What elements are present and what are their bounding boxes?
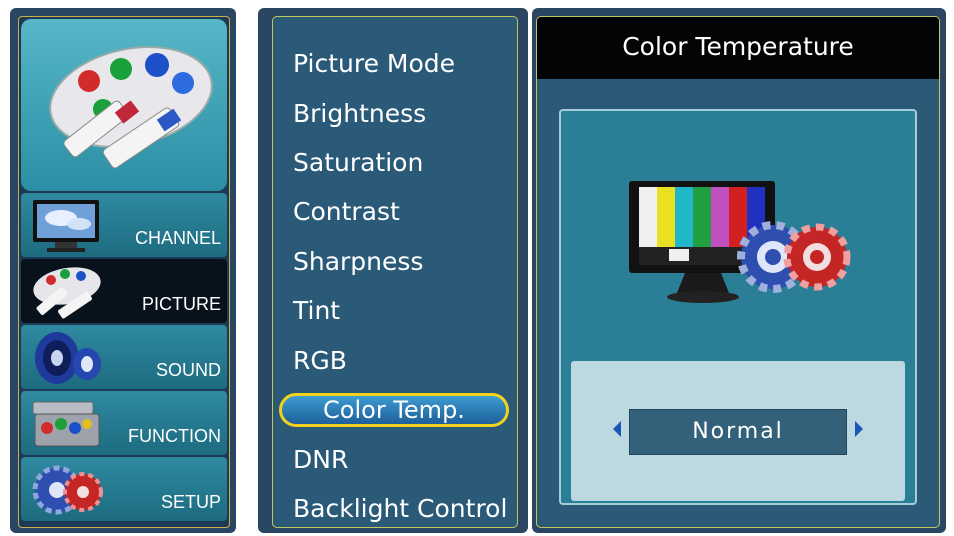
sidebar-item-sound[interactable]: SOUND <box>21 325 227 389</box>
value-selector-box: Normal <box>571 361 905 501</box>
menu-item-tint[interactable]: Tint <box>293 294 340 328</box>
menu-item-color-temp[interactable]: Color Temp. <box>279 393 509 427</box>
menu-item-saturation[interactable]: Saturation <box>293 146 423 180</box>
menu-item-sharpness[interactable]: Sharpness <box>293 245 423 279</box>
setting-title: Color Temperature <box>537 17 939 79</box>
sidebar-item-channel[interactable]: CHANNEL <box>21 193 227 257</box>
menu-item-contrast[interactable]: Contrast <box>293 195 400 229</box>
category-sidebar: CHANNEL PICTURE SOUND FUNCTION SETUP <box>10 8 236 533</box>
palette-icon <box>33 267 101 319</box>
setting-detail-inner: Color Temperature Normal <box>536 16 940 528</box>
menu-item-brightness[interactable]: Brightness <box>293 97 426 131</box>
current-category-preview <box>21 19 227 191</box>
color-temp-value[interactable]: Normal <box>629 409 847 455</box>
menu-item-picture-mode[interactable]: Picture Mode <box>293 47 455 81</box>
sidebar-item-label: CHANNEL <box>134 228 221 248</box>
menu-item-backlight-control[interactable]: Backlight Control <box>293 492 507 526</box>
arrow-right-icon[interactable] <box>855 421 863 437</box>
sidebar-item-setup[interactable]: SETUP <box>21 457 227 521</box>
menu-item-dnr[interactable]: DNR <box>293 443 348 477</box>
sidebar-item-label: PICTURE <box>141 294 221 314</box>
monitor-gears-icon <box>629 181 851 303</box>
setting-detail-panel: Color Temperature Normal <box>532 8 946 533</box>
speaker-icon <box>35 332 101 384</box>
toolbox-icon <box>32 401 100 447</box>
gears-icon <box>32 465 103 515</box>
menu-item-rgb[interactable]: RGB <box>293 344 347 378</box>
category-sidebar-inner: CHANNEL PICTURE SOUND FUNCTION SETUP <box>18 16 230 528</box>
sidebar-item-label: SOUND <box>155 360 221 380</box>
setting-preview: Normal <box>559 109 917 505</box>
palette-icon <box>49 46 213 169</box>
picture-menu-panel: Picture Mode Brightness Saturation Contr… <box>258 8 528 533</box>
sidebar-item-function[interactable]: FUNCTION <box>21 391 227 455</box>
tv-icon <box>33 200 99 252</box>
sidebar-item-label: SETUP <box>160 492 221 512</box>
arrow-left-icon[interactable] <box>613 421 621 437</box>
sidebar-item-picture[interactable]: PICTURE <box>21 259 227 323</box>
sidebar-item-label: FUNCTION <box>128 426 221 446</box>
picture-menu-list: Picture Mode Brightness Saturation Contr… <box>272 16 518 528</box>
